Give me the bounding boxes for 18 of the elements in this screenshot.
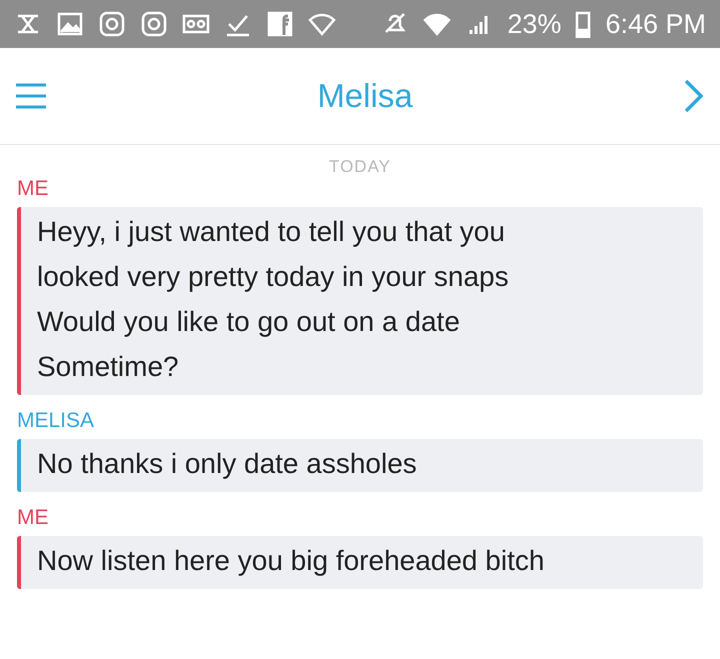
chat-title: Melisa [316, 77, 414, 115]
camera-icon [98, 10, 126, 38]
message-text: Would you like to go out on a date Sometime? [37, 305, 461, 384]
sender-name: ME [17, 177, 50, 201]
battery-icon [575, 10, 592, 38]
message-text: Now listen here you big foreheaded bitch [37, 544, 546, 578]
message-text: No thanks i only date assholes [37, 447, 418, 481]
battery-percentage: 23% [507, 8, 562, 40]
image-icon [56, 10, 84, 38]
sender-name: MELISA [17, 409, 96, 433]
clock: 6:46 PM [605, 8, 706, 40]
sender-name: ME [17, 506, 50, 530]
facebook-icon [266, 10, 294, 38]
date-divider: TODAY [328, 157, 392, 177]
message-text: Heyy, i just wanted to tell you that you looked very pretty today in your snaps [37, 215, 510, 294]
menu-icon[interactable] [16, 83, 46, 109]
chevron-right-icon[interactable] [684, 79, 704, 113]
camera-icon [140, 10, 168, 38]
